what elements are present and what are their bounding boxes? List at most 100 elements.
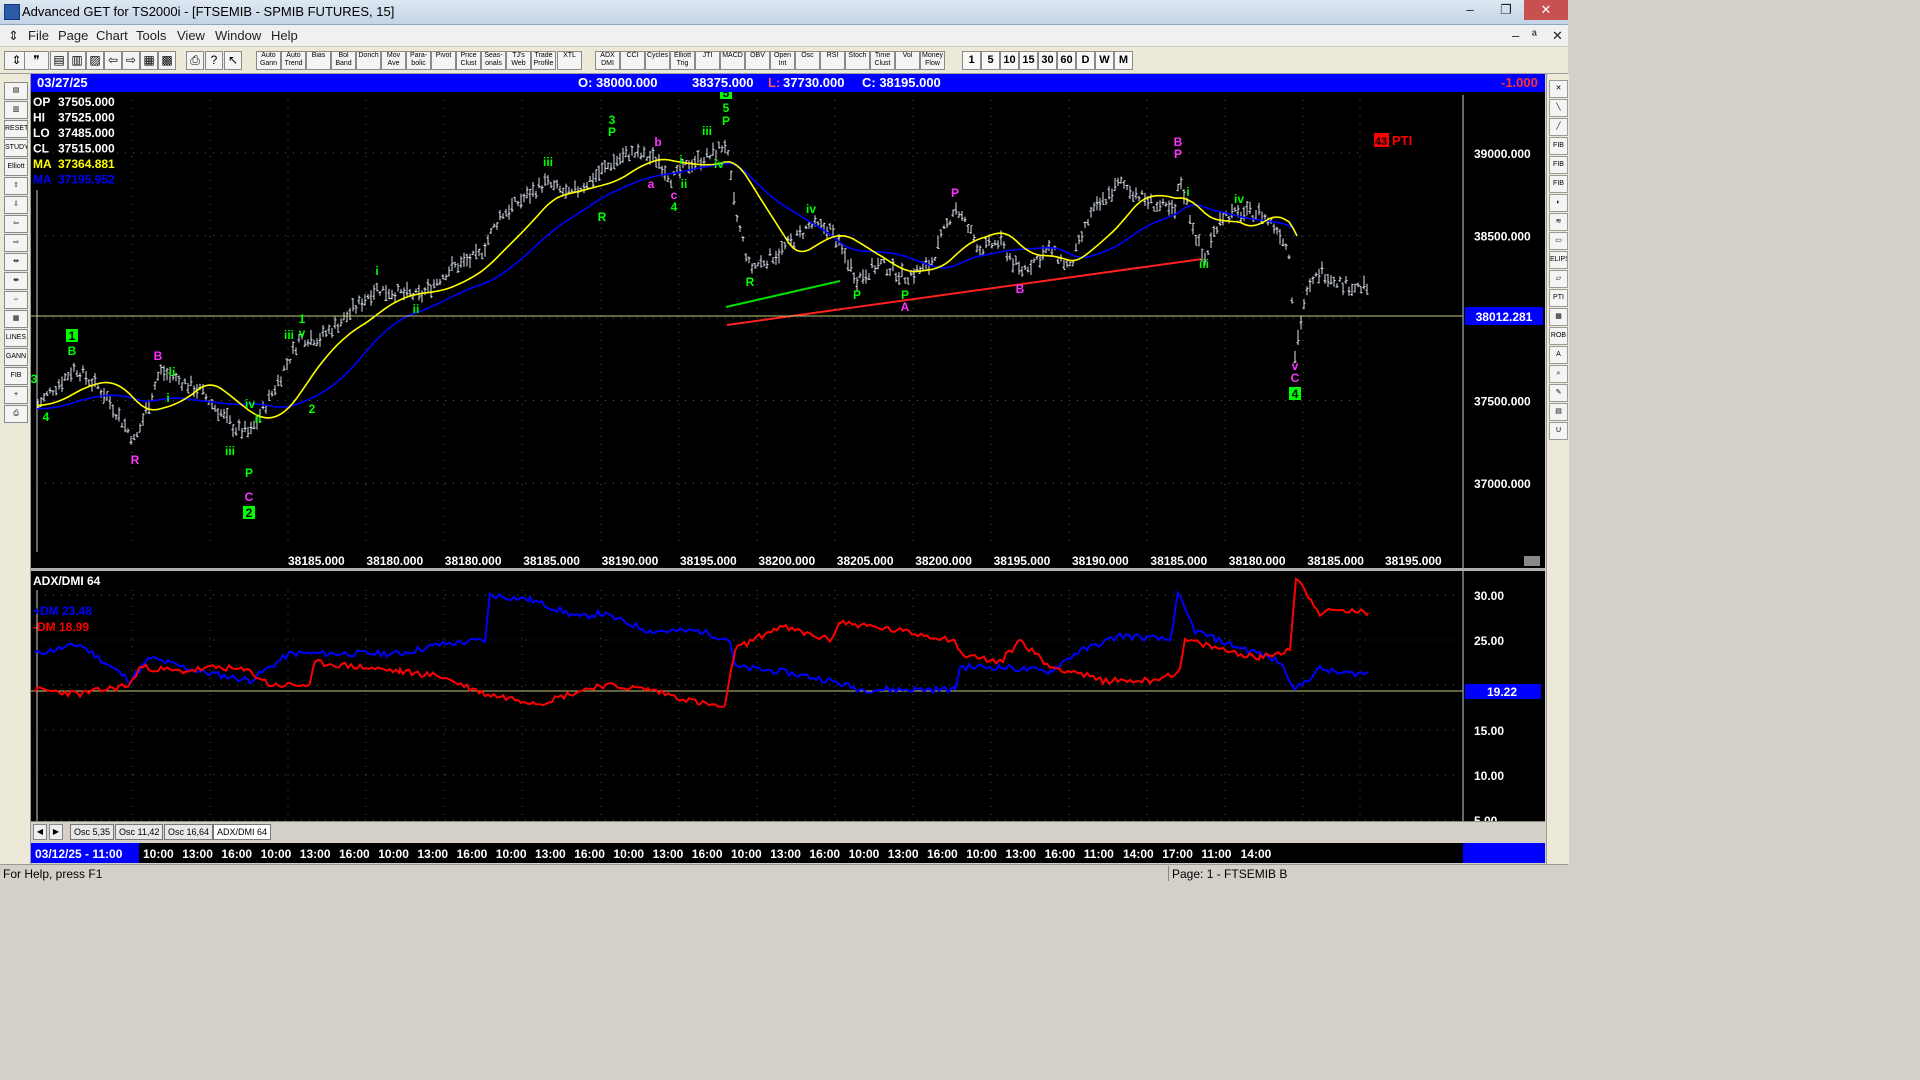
tab-osc-16-64[interactable]: Osc 16,64 <box>164 824 214 840</box>
study-button-4[interactable]: Donch <box>356 51 381 70</box>
right-tool-5[interactable]: FIB TIME <box>1549 175 1568 193</box>
study-button-13[interactable]: ADX DMI <box>595 51 620 70</box>
period-button-30[interactable]: 30 <box>1038 51 1057 70</box>
study-button-8[interactable]: Price Clust <box>456 51 481 70</box>
period-button-D[interactable]: D <box>1076 51 1095 70</box>
left-tool-5[interactable]: ⇧ <box>4 177 28 195</box>
study-button-1[interactable]: Auto Trend <box>281 51 306 70</box>
study-button-20[interactable]: Open Int <box>770 51 795 70</box>
right-tool-15[interactable]: ⌕ <box>1549 365 1568 383</box>
right-tool-13[interactable]: ROB <box>1549 327 1568 345</box>
price-chart[interactable]: 1 B 3 4 Bii i Riii iv ii P C 2 1 iii v 2 i ii iii 3 P Rb a c 4 i i… <box>31 92 1545 568</box>
left-tool-1[interactable]: ▥ <box>4 101 28 119</box>
time-axis[interactable]: 03/12/25 - 11:00 10:00 13:00 16:00 10:00 13:… <box>31 843 1545 863</box>
study-button-9[interactable]: Seas-onals <box>481 51 506 70</box>
price-chart-canvas[interactable]: 1B34BiiiRiiiiviiPC21iii v2iiiiii3PRbac4ii… <box>31 92 1545 568</box>
left-tool-2[interactable]: RESET <box>4 120 28 138</box>
help-icon[interactable]: ? <box>205 51 223 70</box>
study-button-5[interactable]: Mov Ave <box>381 51 406 70</box>
period-button-10[interactable]: 10 <box>1000 51 1019 70</box>
mdi-minimize-button[interactable]: – <box>1512 28 1519 43</box>
right-tool-0[interactable]: ✕ <box>1549 80 1568 98</box>
menu-chart[interactable]: Chart <box>96 28 128 43</box>
left-tool-0[interactable]: ▤ <box>4 82 28 100</box>
study-button-12[interactable]: XTL <box>557 51 582 70</box>
study-button-24[interactable]: Time Clust <box>870 51 895 70</box>
right-tool-4[interactable]: FIB EXT <box>1549 156 1568 174</box>
green-trendline[interactable] <box>725 280 841 308</box>
period-button-M[interactable]: M <box>1114 51 1133 70</box>
layout-icon[interactable]: ▩ <box>158 51 176 70</box>
right-tool-6[interactable]: ◐ <box>1549 194 1568 212</box>
study-button-16[interactable]: Elliott Trig <box>670 51 695 70</box>
mdi-close-button[interactable]: ✕ <box>1552 28 1563 44</box>
menu-window[interactable]: Window <box>215 28 261 43</box>
right-tool-12[interactable]: ▦ <box>1549 308 1568 326</box>
right-tool-17[interactable]: ▤ <box>1549 403 1568 421</box>
right-tool-10[interactable]: ▱ <box>1549 270 1568 288</box>
forward-icon[interactable]: ⇨ <box>122 51 140 70</box>
red-trendline[interactable] <box>726 258 1203 326</box>
study-button-6[interactable]: Para-bolic <box>406 51 431 70</box>
study-button-10[interactable]: TJ's Web <box>506 51 531 70</box>
right-tool-9[interactable]: ELIPS <box>1549 251 1568 269</box>
mdi-restore-button[interactable]: ª <box>1532 28 1537 43</box>
period-button-1[interactable]: 1 <box>962 51 981 70</box>
period-button-W[interactable]: W <box>1095 51 1114 70</box>
study-button-19[interactable]: OBV <box>745 51 770 70</box>
close-button[interactable]: ✕ <box>1524 0 1568 20</box>
right-tool-7[interactable]: ≋ <box>1549 213 1568 231</box>
left-tool-3[interactable]: STUDY <box>4 139 28 157</box>
tab-scroll-left[interactable]: ◀ <box>33 824 47 840</box>
quote-icon[interactable]: ❞ <box>24 51 49 70</box>
right-tool-18[interactable]: U <box>1549 422 1568 440</box>
study-button-14[interactable]: CCI <box>620 51 645 70</box>
left-tool-16[interactable]: + <box>4 386 28 404</box>
menu-page[interactable]: Page <box>58 28 88 43</box>
left-tool-17[interactable]: ⎙ <box>4 405 28 423</box>
oscillator-canvas[interactable]: ADX/DMI 64 +DM 23.48 -DM 18.99 30.00 25.0… <box>31 571 1545 821</box>
left-tool-15[interactable]: FIB <box>4 367 28 385</box>
menu-file[interactable]: File <box>28 28 49 43</box>
right-tool-11[interactable]: PTI <box>1549 289 1568 307</box>
period-button-15[interactable]: 15 <box>1019 51 1038 70</box>
left-tool-4[interactable]: Elliott <box>4 158 28 176</box>
save-icon[interactable]: ▨ <box>86 51 104 70</box>
study-button-11[interactable]: Trade Profile <box>531 51 556 70</box>
left-tool-10[interactable]: ⇼ <box>4 272 28 290</box>
study-button-7[interactable]: Pivot <box>431 51 456 70</box>
right-tool-8[interactable]: ▭ <box>1549 232 1568 250</box>
period-button-60[interactable]: 60 <box>1057 51 1076 70</box>
tab-scroll-right[interactable]: ▶ <box>49 824 63 840</box>
left-tool-12[interactable]: ▦ <box>4 310 28 328</box>
menu-tools[interactable]: Tools <box>136 28 166 43</box>
left-tool-11[interactable]: ⇔ <box>4 291 28 309</box>
left-tool-14[interactable]: GANN <box>4 348 28 366</box>
study-button-25[interactable]: Vol <box>895 51 920 70</box>
back-icon[interactable]: ⇦ <box>104 51 122 70</box>
right-tool-16[interactable]: ✎ <box>1549 384 1568 402</box>
doc-icon[interactable]: ⇕ <box>8 28 19 44</box>
print-icon[interactable]: ⎙ <box>186 51 204 70</box>
right-tool-3[interactable]: FIB RET <box>1549 137 1568 155</box>
study-button-23[interactable]: Stoch <box>845 51 870 70</box>
grid-icon[interactable]: ▦ <box>140 51 158 70</box>
open-icon[interactable]: ▥ <box>68 51 86 70</box>
right-tool-2[interactable]: ╱ <box>1549 118 1568 136</box>
left-tool-13[interactable]: LINES <box>4 329 28 347</box>
right-tool-1[interactable]: ╲ <box>1549 99 1568 117</box>
left-tool-7[interactable]: ⇦ <box>4 215 28 233</box>
study-button-17[interactable]: JTI <box>695 51 720 70</box>
menu-view[interactable]: View <box>177 28 205 43</box>
right-tool-14[interactable]: A <box>1549 346 1568 364</box>
tab-osc-11-42[interactable]: Osc 11,42 <box>115 824 164 840</box>
maximize-button[interactable]: ❐ <box>1488 0 1524 20</box>
study-button-22[interactable]: RSI <box>820 51 845 70</box>
study-button-21[interactable]: Osc <box>795 51 820 70</box>
study-button-26[interactable]: Money Flow <box>920 51 945 70</box>
context-help-icon[interactable]: ↖ <box>224 51 242 70</box>
minimize-button[interactable]: ‒ <box>1452 0 1488 20</box>
tab-adx-dmi-64[interactable]: ADX/DMI 64 <box>213 824 272 840</box>
study-button-3[interactable]: Bol Band <box>331 51 356 70</box>
left-tool-6[interactable]: ⇩ <box>4 196 28 214</box>
